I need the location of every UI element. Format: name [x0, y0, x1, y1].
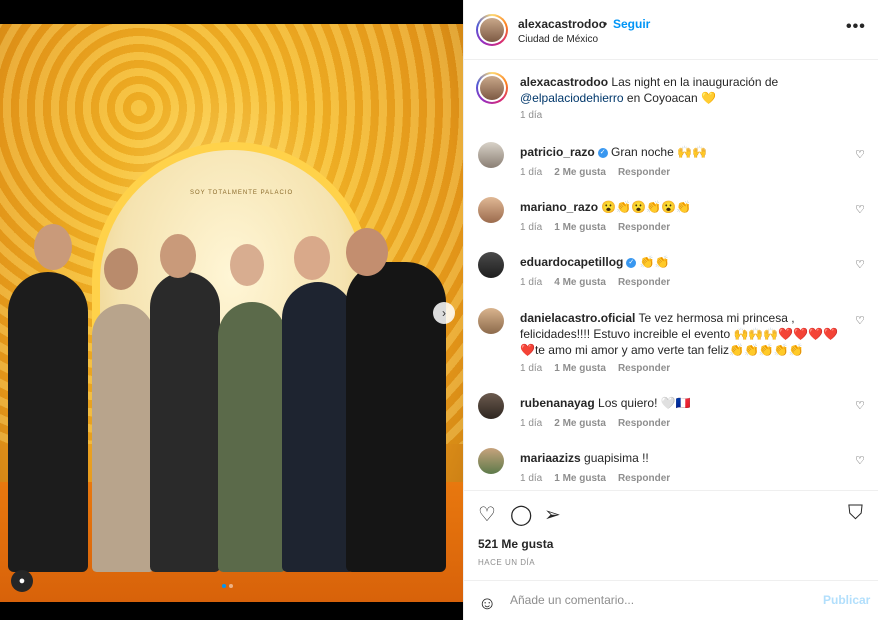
next-image-button[interactable]: ›	[433, 302, 455, 324]
emoji-smiley-icon[interactable]: ☺	[478, 593, 496, 614]
heart-icon[interactable]: ♡	[855, 454, 865, 467]
carousel-dot	[229, 584, 233, 588]
instagram-post-modal: SOY TOTALMENTE PALACIO › ● alexacastrodo…	[0, 0, 878, 620]
like-heart-icon[interactable]: ♡	[478, 502, 496, 527]
publish-button[interactable]: Publicar	[823, 593, 870, 607]
comment-likes[interactable]: 1 Me gusta	[554, 222, 606, 233]
commenter-avatar[interactable]	[478, 252, 504, 278]
comment-text: 👏👏	[639, 255, 670, 269]
reply-button[interactable]: Responder	[618, 473, 670, 484]
post-actions: ♡ ◯ ➢ ⛉ 521 Me gusta HACE UN DÍA	[464, 490, 878, 580]
comment-likes[interactable]: 4 Me gusta	[554, 277, 606, 288]
person-silhouette	[218, 302, 286, 572]
comment-text: guapisima !!	[584, 451, 649, 465]
caption-text: Las night en la inauguración de	[611, 75, 779, 89]
carousel-indicator	[222, 584, 233, 588]
comment-time[interactable]: 1 día	[520, 167, 542, 178]
caption-text-end: en Coyoacan 💛	[626, 91, 716, 105]
verified-badge-icon: ✓	[597, 147, 608, 158]
heart-icon[interactable]: ♡	[855, 314, 865, 327]
comment-username[interactable]: mariano_razo	[520, 200, 598, 214]
commenter-avatar[interactable]	[478, 393, 504, 419]
comment-time[interactable]: 1 día	[520, 418, 542, 429]
post-photo: SOY TOTALMENTE PALACIO	[0, 24, 463, 602]
reply-button[interactable]: Responder	[618, 167, 670, 178]
post-timestamp: HACE UN DÍA	[478, 558, 536, 567]
caption-username[interactable]: alexacastrodoo	[520, 75, 608, 89]
reply-button[interactable]: Responder	[618, 277, 670, 288]
post-details-panel: alexacastrodoo • Seguir Ciudad de México…	[463, 0, 878, 620]
comment-text: Los quiero! 🤍🇫🇷	[598, 396, 691, 410]
post-location[interactable]: Ciudad de México	[518, 34, 598, 45]
heart-icon[interactable]: ♡	[855, 203, 865, 216]
comment-time[interactable]: 1 día	[520, 222, 542, 233]
comment-text: 😮👏😮👏😮👏	[601, 200, 692, 214]
reply-button[interactable]: Responder	[618, 363, 670, 374]
caption-mention[interactable]: @elpalaciodehierro	[520, 91, 624, 105]
person-silhouette	[346, 262, 446, 572]
comment-username[interactable]: mariaazizs	[520, 451, 581, 465]
comment-username[interactable]: rubenanayag	[520, 396, 595, 410]
backdrop-sign-text: SOY TOTALMENTE PALACIO	[190, 190, 294, 196]
commenter-avatar[interactable]	[478, 448, 504, 474]
follow-button[interactable]: Seguir	[613, 17, 650, 31]
comment-time[interactable]: 1 día	[520, 363, 542, 374]
comment-likes[interactable]: 1 Me gusta	[554, 363, 606, 374]
comment-time[interactable]: 1 día	[520, 473, 542, 484]
commenter-avatar[interactable]	[478, 197, 504, 223]
post-header: alexacastrodoo • Seguir Ciudad de México…	[464, 0, 878, 60]
heart-icon[interactable]: ♡	[855, 148, 865, 161]
author-username[interactable]: alexacastrodoo	[518, 17, 606, 31]
heart-icon[interactable]: ♡	[855, 399, 865, 412]
more-horizontal-icon[interactable]: •••	[846, 18, 866, 36]
reply-button[interactable]: Responder	[618, 222, 670, 233]
caption-author-avatar[interactable]	[476, 72, 508, 104]
comment-bubble-icon[interactable]: ◯	[510, 502, 532, 527]
comment-username[interactable]: danielacastro.oficial	[520, 311, 635, 325]
tagged-users-button[interactable]: ●	[11, 570, 33, 592]
person-silhouette	[8, 272, 88, 572]
comment-likes[interactable]: 2 Me gusta	[554, 418, 606, 429]
comment-likes[interactable]: 1 Me gusta	[554, 473, 606, 484]
commenter-avatar[interactable]	[478, 142, 504, 168]
comment-likes[interactable]: 2 Me gusta	[554, 167, 606, 178]
add-comment-input[interactable]	[510, 593, 810, 607]
comment-text: Gran noche 🙌🙌	[611, 145, 707, 159]
person-silhouette	[150, 272, 220, 572]
comment-username[interactable]: patricio_razo	[520, 145, 595, 159]
post-media: SOY TOTALMENTE PALACIO › ●	[0, 0, 463, 620]
commenter-avatar[interactable]	[478, 308, 504, 334]
chevron-right-icon: ›	[442, 306, 446, 320]
author-avatar[interactable]	[476, 14, 508, 46]
caption-time[interactable]: 1 día	[520, 110, 542, 121]
verified-badge-icon: ✓	[626, 257, 637, 268]
carousel-dot-active	[222, 584, 226, 588]
comment-username[interactable]: eduardocapetillog	[520, 255, 623, 269]
person-silhouette	[282, 282, 354, 572]
heart-icon[interactable]: ♡	[855, 258, 865, 271]
save-bookmark-icon[interactable]: ⛉	[848, 502, 863, 525]
add-comment-bar: ☺ Publicar	[464, 580, 878, 620]
reply-button[interactable]: Responder	[618, 418, 670, 429]
comment-time[interactable]: 1 día	[520, 277, 542, 288]
person-silhouette	[92, 304, 154, 572]
comments-list[interactable]: alexacastrodoo Las night en la inaugurac…	[464, 60, 878, 490]
likes-count[interactable]: 521 Me gusta	[478, 537, 553, 551]
share-send-icon[interactable]: ➢	[544, 502, 561, 527]
user-icon: ●	[18, 575, 26, 587]
